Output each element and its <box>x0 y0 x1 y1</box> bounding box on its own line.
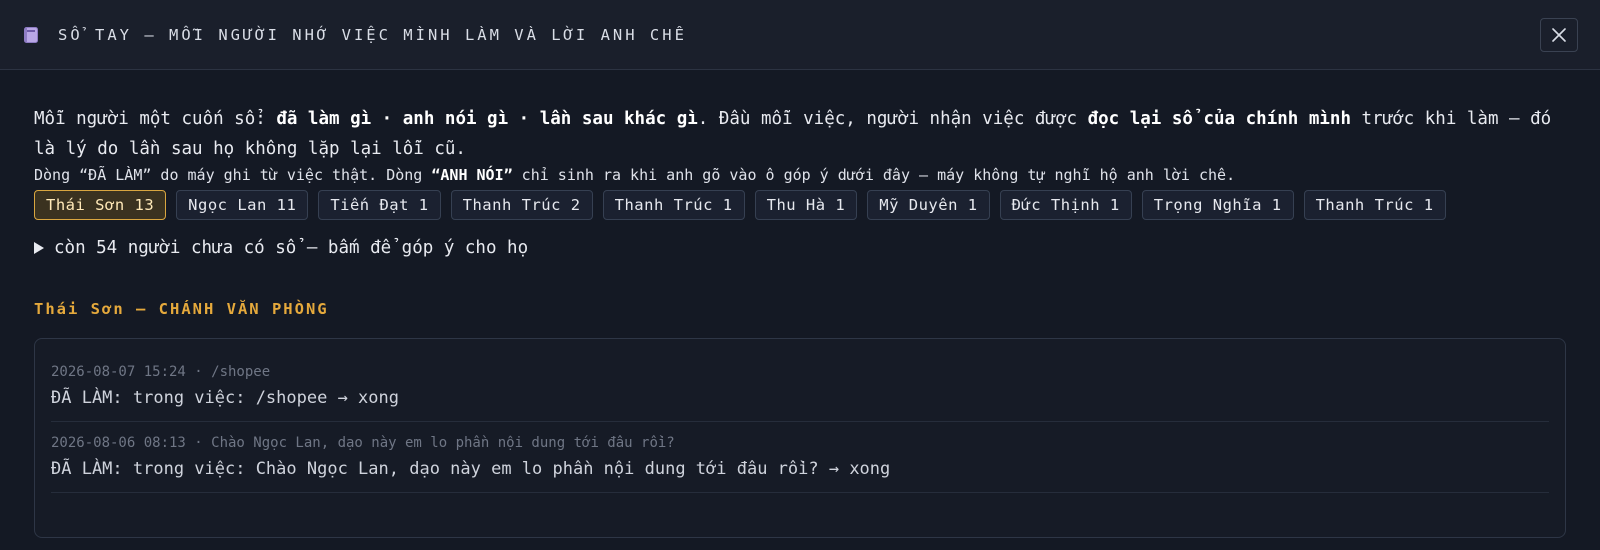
person-chip[interactable]: Đức Thịnh 1 <box>999 190 1132 220</box>
person-chip[interactable]: Ngọc Lan 11 <box>176 190 309 220</box>
person-chip-list: Thái Sơn 13 Ngọc Lan 11 Tiến Đạt 1 Thanh Tr… <box>34 190 1574 230</box>
close-button[interactable] <box>1540 17 1578 52</box>
person-chip[interactable]: Thu Hà 1 <box>754 190 858 220</box>
dialog-content: Mỗi người một cuốn sổ: đã làm gì · anh n… <box>0 70 1600 538</box>
person-chip[interactable]: Trọng Nghĩa 1 <box>1141 190 1294 220</box>
intro-bold-text: đọc lại sổ của chính mình <box>1087 109 1351 129</box>
person-chip[interactable]: Tiến Đạt 1 <box>318 190 441 220</box>
people-without-notebook-toggle[interactable]: còn 54 người chưa có sổ — bấm để góp ý c… <box>34 238 1566 258</box>
triangle-right-icon <box>34 242 44 254</box>
notebook-log: 2026-08-07 15:24 · /shopee ĐÃ LÀM: trong… <box>34 338 1566 538</box>
person-chip[interactable]: Thanh Trúc 1 <box>1303 190 1446 220</box>
dialog-header: SỔ TAY — MỖI NGƯỜI NHỚ VIỆC MÌNH LÀM VÀ … <box>0 0 1600 70</box>
dialog-title: SỔ TAY — MỖI NGƯỜI NHỚ VIỆC MÌNH LÀM VÀ … <box>58 25 687 44</box>
intro-bold-text: đã làm gì · anh nói gì · lần sau khác gì <box>276 109 698 129</box>
intro-text: . Đầu mỗi việc, người nhận việc được <box>697 109 1088 129</box>
title-wrap: SỔ TAY — MỖI NGƯỜI NHỚ VIỆC MÌNH LÀM VÀ … <box>24 26 687 44</box>
person-chip[interactable]: Thái Sơn 13 <box>34 190 167 220</box>
person-chip[interactable]: Mỹ Duyên 1 <box>867 190 990 220</box>
person-chip[interactable]: Thanh Trúc 1 <box>602 190 745 220</box>
person-heading: Thái Sơn — CHÁNH VĂN PHÒNG <box>34 300 329 318</box>
entry-meta: 2026-08-06 08:13 · Chào Ngọc Lan, dạo nà… <box>51 435 675 451</box>
note-paragraph: Dòng “ĐÃ LÀM” do máy ghi từ việc thật. D… <box>34 164 1566 186</box>
notebook-icon <box>24 26 38 43</box>
entry-meta: 2026-08-07 15:24 · /shopee <box>51 364 271 380</box>
close-icon <box>1552 27 1566 42</box>
log-entry: 2026-08-07 15:24 · /shopee ĐÃ LÀM: trong… <box>51 343 1549 422</box>
intro-paragraph: Mỗi người một cuốn sổ: đã làm gì · anh n… <box>34 104 1574 164</box>
intro-text: Mỗi người một cuốn sổ: <box>34 109 277 129</box>
note-text: chỉ sinh ra khi anh gõ vào ô góp ý dưới … <box>512 166 1236 184</box>
log-entry: 2026-08-06 08:13 · Chào Ngọc Lan, dạo nà… <box>51 422 1549 493</box>
expander-label: còn 54 người chưa có sổ — bấm để góp ý c… <box>54 238 529 258</box>
entry-did: ĐÃ LÀM: trong việc: Chào Ngọc Lan, dạo n… <box>51 459 891 479</box>
note-text: Dòng “ĐÃ LÀM” do máy ghi từ việc thật. D… <box>34 166 432 184</box>
note-bold-text: “ANH NÓI” <box>431 166 513 184</box>
person-chip[interactable]: Thanh Trúc 2 <box>450 190 593 220</box>
entry-did: ĐÃ LÀM: trong việc: /shopee → xong <box>51 388 399 408</box>
